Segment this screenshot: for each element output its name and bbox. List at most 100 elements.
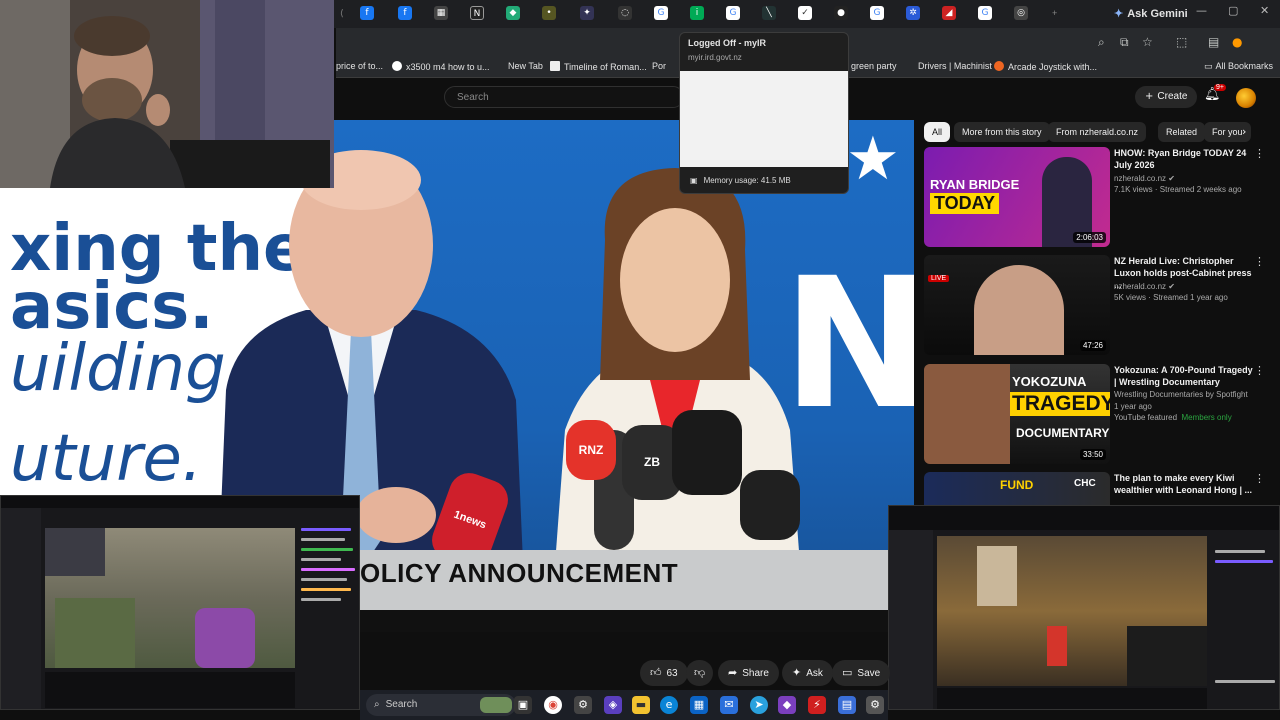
thumbs-down-icon: 👎︎ xyxy=(694,666,706,679)
tab-icon[interactable]: ◢ xyxy=(942,6,956,20)
taskbar-search[interactable]: ⌕ Search xyxy=(366,694,516,716)
all-bookmarks-folder[interactable]: ▭ All Bookmarks xyxy=(1204,61,1273,72)
settings-icon[interactable]: ⚙ xyxy=(866,696,884,714)
recommendation-item[interactable]: RYAN BRIDGE TODAY 2:06:03 HNOW: Ryan Bri… xyxy=(924,147,1274,252)
zoom-icon[interactable]: ⌕ xyxy=(1098,35,1105,50)
channel-name[interactable]: Wrestling Documentaries by Spotfight xyxy=(1114,390,1248,399)
tab-icon[interactable]: • xyxy=(542,6,556,20)
tab-overflow[interactable]: ⟨ xyxy=(340,8,344,19)
video-title[interactable]: HNOW: Ryan Bridge TODAY 24 July 2026 xyxy=(1114,147,1254,171)
bookmark-item[interactable]: Por xyxy=(652,61,666,71)
gear-tab-icon[interactable]: ✲ xyxy=(906,6,920,20)
bookmark-item[interactable]: green party xyxy=(851,61,897,71)
create-button[interactable]: + Create xyxy=(1135,86,1198,108)
video-actions-row: 👍︎ 63 👎︎ ➦ Share ✦ Ask ▭ Save xyxy=(360,660,891,688)
facebook-tab-icon[interactable]: f xyxy=(398,6,412,20)
app-icon[interactable]: ◈ xyxy=(604,696,622,714)
account-avatar[interactable] xyxy=(1236,88,1256,108)
extensions-icon[interactable]: ⬚ xyxy=(1176,35,1187,49)
bookmark-item[interactable]: Arcade Joystick with... xyxy=(994,61,1097,72)
app-icon[interactable]: ⚙ xyxy=(574,696,592,714)
stream-info xyxy=(937,688,1207,709)
verified-icon: ✔ xyxy=(1168,174,1175,183)
profile-avatar-icon[interactable]: ● xyxy=(1232,35,1242,49)
maximize-icon[interactable]: ▢ xyxy=(1228,4,1238,17)
stream-overlay-right xyxy=(888,505,1280,710)
more-options-icon[interactable]: ⋮ xyxy=(1254,255,1265,268)
chip-more-from-story[interactable]: More from this story xyxy=(954,122,1050,142)
windows-taskbar: ⌕ Search ▣ ◉ ⚙ ◈ ▬ e ▦ ✉ ➤ ◆ ⚡ ▤ ⚙ xyxy=(360,690,888,720)
bookmark-item[interactable]: New Tab xyxy=(508,61,543,71)
telegram-icon[interactable]: ➤ xyxy=(750,696,768,714)
stream-sidebar xyxy=(889,530,933,709)
chip-all[interactable]: All xyxy=(924,122,951,142)
chat-line xyxy=(301,598,341,601)
ask-button[interactable]: ✦ Ask xyxy=(782,660,833,686)
memory-icon: ▣ xyxy=(690,176,698,185)
nz-tab-icon[interactable]: N xyxy=(470,6,484,20)
tab-icon[interactable]: ◎ xyxy=(1014,6,1028,20)
bookmark-star-icon[interactable]: ☆ xyxy=(1142,35,1153,49)
like-button[interactable]: 👍︎ 63 xyxy=(640,660,688,686)
chip-related[interactable]: Related xyxy=(1158,122,1206,142)
tab-icon[interactable]: ◌ xyxy=(618,6,632,20)
facebook-tab-icon[interactable]: f xyxy=(360,6,374,20)
bookmark-item[interactable]: Drivers | Machinist xyxy=(918,61,992,71)
new-tab-plus-icon[interactable]: + xyxy=(1052,8,1057,18)
maps-tab-icon[interactable]: ◆ xyxy=(506,6,520,20)
more-options-icon[interactable]: ⋮ xyxy=(1254,147,1265,160)
channel-name[interactable]: nzherald.co.nz ✔ xyxy=(1114,174,1175,183)
google-tab-icon[interactable]: G xyxy=(726,6,740,20)
tab-icon[interactable]: ✓ xyxy=(798,6,812,20)
chevron-right-icon[interactable]: › xyxy=(1242,125,1246,138)
tab-icon[interactable]: ✦ xyxy=(580,6,594,20)
stream-toolbar xyxy=(889,506,1279,530)
lower-third-banner: OLICY ANNOUNCEMENT xyxy=(360,550,890,610)
chip-from-nzherald[interactable]: From nzherald.co.nz xyxy=(1048,122,1147,142)
bookmark-item[interactable]: Timeline of Roman... xyxy=(550,61,647,72)
sidebar-icon[interactable]: ▤ xyxy=(1208,35,1219,49)
chat-line xyxy=(301,558,341,561)
save-button[interactable]: ▭ Save xyxy=(832,660,891,686)
channel-name[interactable]: nzherald.co.nz ✔ xyxy=(1114,282,1175,291)
minimize-icon[interactable]: — xyxy=(1196,4,1207,17)
app-icon[interactable]: ▤ xyxy=(838,696,856,714)
video-thumbnail[interactable]: YOKOZUNA TRAGEDY DOCUMENTARY 33:50 xyxy=(924,364,1110,464)
search-input[interactable]: Search xyxy=(444,86,684,108)
video-title[interactable]: Yokozuna: A 700-Pound Tragedy | Wrestlin… xyxy=(1114,364,1254,388)
dislike-button[interactable]: 👎︎ xyxy=(686,660,714,686)
tab-hover-card: Logged Off - myIR myir.ird.govt.nz ▣ Memo… xyxy=(679,32,849,194)
cast-icon[interactable]: ⧉ xyxy=(1120,35,1129,50)
google-tab-icon[interactable]: G xyxy=(870,6,884,20)
backdrop-text-line: uture. xyxy=(10,422,203,496)
recommendation-item[interactable]: LIVE 47:26 NZ Herald Live: Christopher L… xyxy=(924,255,1274,360)
outlook-icon[interactable]: ✉ xyxy=(720,696,738,714)
game-enemy xyxy=(1047,626,1067,666)
app-icon[interactable]: ◆ xyxy=(778,696,796,714)
recommendation-item[interactable]: YOKOZUNA TRAGEDY DOCUMENTARY 33:50 Yokoz… xyxy=(924,364,1274,469)
video-thumbnail[interactable]: RYAN BRIDGE TODAY 2:06:03 xyxy=(924,147,1110,247)
more-options-icon[interactable]: ⋮ xyxy=(1254,364,1265,377)
file-explorer-icon[interactable]: ▬ xyxy=(632,696,650,714)
app-icon[interactable]: ⚡ xyxy=(808,696,826,714)
share-button[interactable]: ➦ Share xyxy=(718,660,779,686)
ask-gemini-button[interactable]: ✦ Ask Gemini xyxy=(1106,4,1196,24)
task-view-icon[interactable]: ▣ xyxy=(514,696,532,714)
tab-icon[interactable]: ╲ xyxy=(762,6,776,20)
tab-icon[interactable]: ● xyxy=(834,6,848,20)
game-weapon xyxy=(1127,626,1207,686)
more-options-icon[interactable]: ⋮ xyxy=(1254,472,1265,485)
edge-icon[interactable]: e xyxy=(660,696,678,714)
google-tab-icon[interactable]: G xyxy=(654,6,668,20)
chat-line xyxy=(301,528,351,531)
video-thumbnail[interactable]: LIVE 47:26 xyxy=(924,255,1110,355)
video-title[interactable]: The plan to make every Kiwi wealthier wi… xyxy=(1114,472,1254,496)
chrome-icon[interactable]: ◉ xyxy=(544,696,562,714)
grid-tab-icon[interactable]: ▦ xyxy=(434,6,448,20)
bookmark-item[interactable]: x3500 m4 how to u... xyxy=(392,61,490,72)
google-tab-icon[interactable]: G xyxy=(978,6,992,20)
store-icon[interactable]: ▦ xyxy=(690,696,708,714)
myir-tab-icon[interactable]: i xyxy=(690,6,704,20)
bookmark-item[interactable]: price of to... xyxy=(336,61,383,71)
close-icon[interactable]: ✕ xyxy=(1260,4,1269,17)
